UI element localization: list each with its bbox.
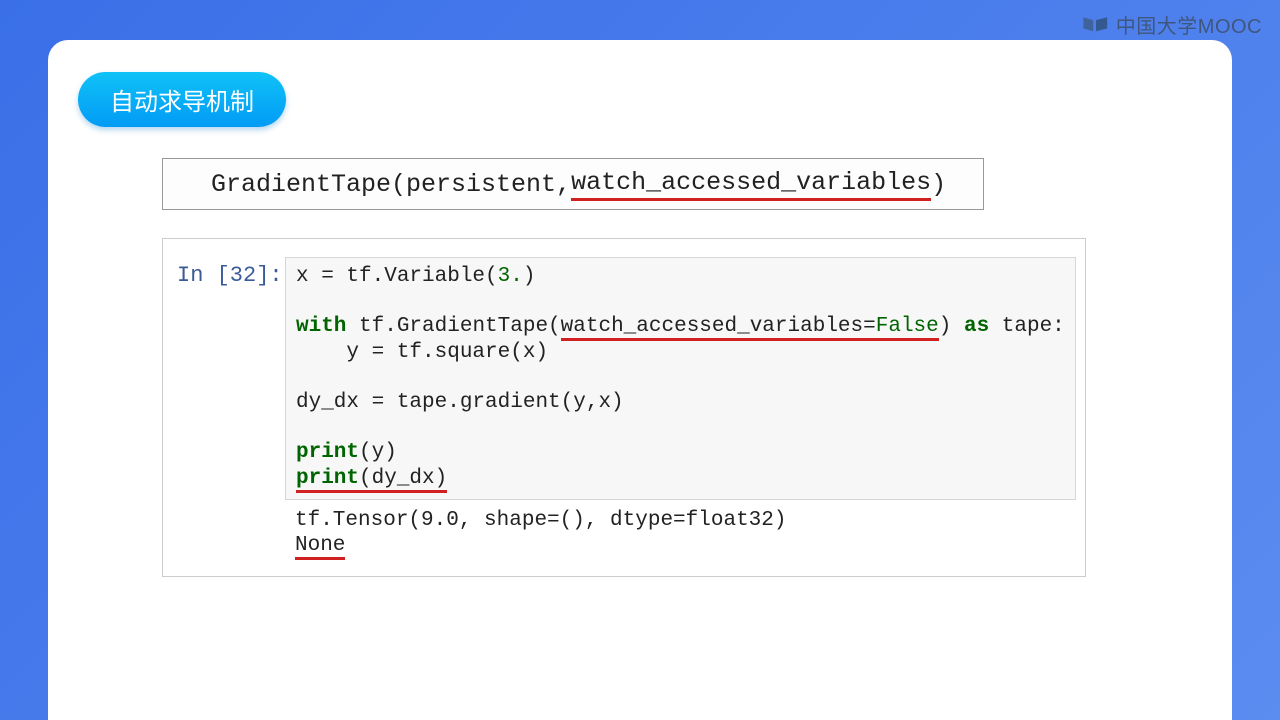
watermark-text: 中国大学MOOC — [1116, 10, 1262, 39]
notebook-cell: In [32]: x = tf.Variable(3.) with tf.Gra… — [162, 238, 1086, 577]
output-line-2: None — [295, 534, 345, 560]
section-title-pill: 自动求导机制 — [78, 72, 286, 127]
output-line-1: tf.Tensor(9.0, shape=(), dtype=float32) — [295, 508, 1061, 533]
api-suffix: ) — [931, 170, 946, 199]
api-underlined: watch_accessed_variables — [571, 168, 931, 201]
input-row: In [32]: x = tf.Variable(3.) with tf.Gra… — [177, 257, 1071, 500]
input-prompt: In [32]: — [177, 257, 285, 288]
code-area: x = tf.Variable(3.) with tf.GradientTape… — [285, 257, 1076, 500]
api-prefix: GradientTape(persistent, — [211, 170, 571, 199]
output-area: tf.Tensor(9.0, shape=(), dtype=float32) … — [285, 500, 1071, 558]
watermark: 中国大学MOOC — [1082, 10, 1262, 39]
api-signature-box: GradientTape(persistent,watch_accessed_v… — [162, 158, 984, 210]
mooc-logo-icon — [1082, 14, 1110, 36]
section-title: 自动求导机制 — [110, 89, 254, 116]
